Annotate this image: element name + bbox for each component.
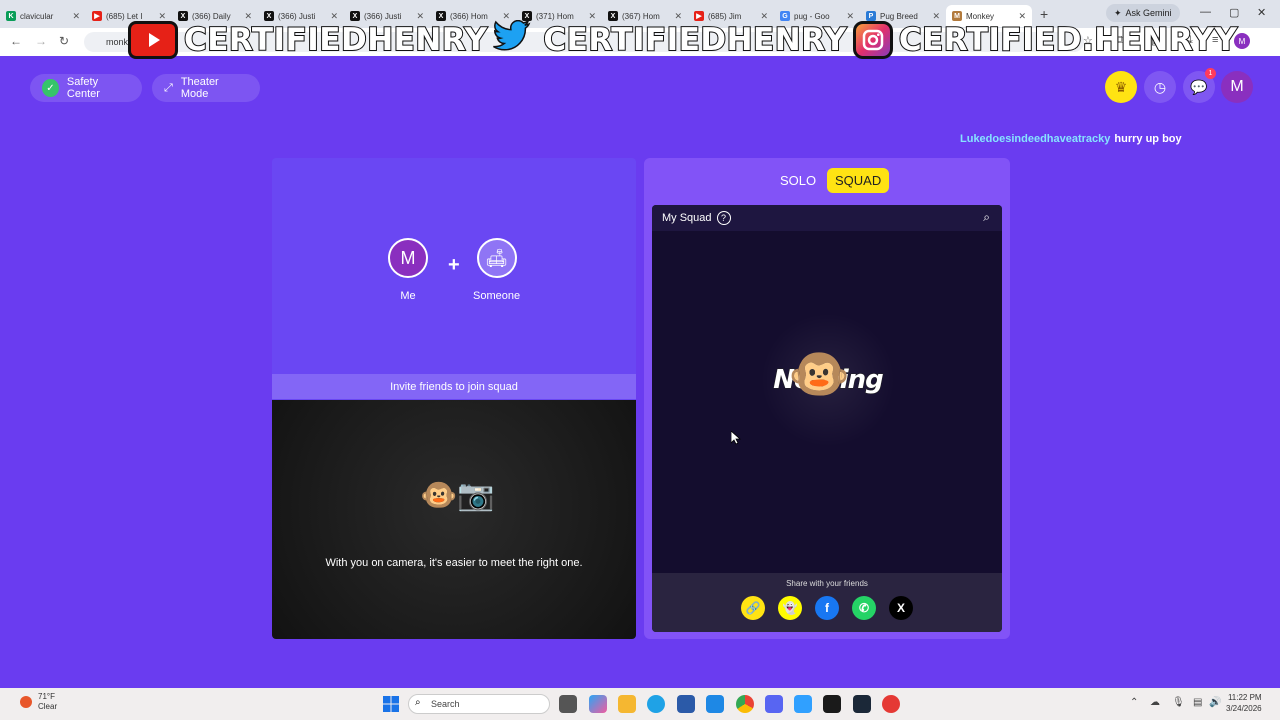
- someone-label: Someone: [473, 290, 521, 302]
- my-squad-header: My Squad ?: [652, 205, 1002, 231]
- share-bar: Share with your friends 🔗 👻 f ✆ X: [652, 573, 1002, 632]
- gemini-icon: ✦: [1114, 7, 1122, 18]
- chat-message: Lukedoesindeedhaveatracky hurry up boy: [960, 133, 1182, 145]
- chrome-icon[interactable]: [736, 695, 754, 713]
- weather-widget[interactable]: 71°F Clear: [20, 692, 57, 712]
- user-avatar[interactable]: M: [1221, 71, 1253, 103]
- crown-icon[interactable]: ♛: [1105, 71, 1137, 103]
- wifi-icon[interactable]: ▤: [1193, 697, 1202, 708]
- me-label: Me: [400, 290, 416, 302]
- close-window-icon[interactable]: ✕: [1257, 6, 1266, 19]
- tab-favicon-icon: ▶: [92, 11, 102, 21]
- my-squad-title: My Squad: [662, 212, 712, 224]
- tab-title: clavicular: [20, 11, 54, 21]
- notification-badge: 1: [1205, 68, 1216, 79]
- mouse-cursor-icon: [731, 431, 741, 445]
- camera-preview: 🐵📷 With you on camera, it's easier to me…: [272, 400, 636, 639]
- whatsapp-icon[interactable]: ✆: [852, 596, 876, 620]
- app-icon[interactable]: [794, 695, 812, 713]
- me-avatar: M: [388, 238, 428, 278]
- forward-icon[interactable]: →: [35, 34, 47, 48]
- empty-state: Nothing 🐵: [748, 315, 908, 445]
- twitter-icon: [493, 19, 537, 61]
- my-squad-box: My Squad ? ⌕ Nothing 🐵 Share with your f…: [652, 205, 1002, 632]
- streamer-banner: CERTIFIEDHENRY CERTIFIEDHENRY CERTIFIED.…: [128, 18, 1238, 62]
- twitter-handle: CERTIFIEDHENRY: [542, 21, 847, 59]
- sad-monkey-icon: 🐵: [788, 346, 851, 402]
- invite-friends-bar[interactable]: Invite friends to join squad: [272, 374, 636, 399]
- squad-setup-panel: M Me + 🛋 Someone Invite friends to join …: [272, 158, 636, 639]
- snapchat-icon[interactable]: 👻: [778, 596, 802, 620]
- obs-icon[interactable]: [823, 695, 841, 713]
- store-icon[interactable]: [677, 695, 695, 713]
- messages-icon[interactable]: 💬 1: [1183, 68, 1216, 103]
- taskbar-clock[interactable]: 11:22 PM 3/24/2026: [1226, 692, 1262, 714]
- someone-slot[interactable]: 🛋 Someone: [473, 238, 520, 302]
- reload-icon[interactable]: ↻: [59, 34, 69, 48]
- back-icon[interactable]: ←: [10, 34, 22, 48]
- search-icon[interactable]: ⌕: [983, 210, 990, 225]
- weather-icon: [20, 696, 32, 708]
- youtube-handle: CERTIFIEDHENRY: [183, 21, 488, 59]
- history-icon[interactable]: ◷: [1144, 71, 1176, 103]
- sofa-icon[interactable]: 🛋: [476, 238, 517, 278]
- discord-icon[interactable]: [765, 695, 783, 713]
- outlook-icon[interactable]: [706, 695, 724, 713]
- plus-icon: +: [448, 254, 460, 276]
- copilot-icon[interactable]: [589, 695, 607, 713]
- recording-icon[interactable]: [882, 695, 900, 713]
- volume-icon[interactable]: 🔊: [1209, 697, 1221, 708]
- squad-tab[interactable]: SQUAD: [827, 168, 890, 193]
- windows-start-icon[interactable]: [383, 696, 399, 712]
- tab-close-icon[interactable]: ✕: [72, 11, 80, 22]
- instagram-icon: [852, 21, 893, 59]
- share-label: Share with your friends: [786, 579, 868, 588]
- taskbar: [0, 688, 1280, 720]
- tab-favicon-icon: K: [6, 11, 16, 21]
- help-icon[interactable]: ?: [716, 211, 731, 225]
- monkey-camera-icon: 🐵📷: [420, 479, 495, 512]
- taskbar-search-input[interactable]: Search: [408, 694, 550, 714]
- solo-tab[interactable]: SOLO: [772, 168, 824, 193]
- copy-link-icon[interactable]: 🔗: [741, 596, 765, 620]
- minimize-icon[interactable]: —: [1200, 6, 1211, 18]
- microphone-icon[interactable]: 🎙: [1172, 697, 1185, 708]
- chat-text: hurry up boy: [1114, 133, 1182, 145]
- facebook-icon[interactable]: f: [815, 596, 839, 620]
- edge-icon[interactable]: [647, 695, 665, 713]
- shield-icon: ✓: [42, 79, 59, 97]
- x-icon[interactable]: X: [889, 596, 913, 620]
- search-icon: ⌕: [415, 697, 421, 708]
- youtube-icon: [128, 21, 178, 59]
- me-slot: M Me: [388, 238, 428, 302]
- chat-username: Lukedoesindeedhaveatracky: [960, 133, 1111, 145]
- squad-panel: SOLO SQUAD My Squad ? ⌕ Nothing 🐵 Share …: [644, 158, 1010, 639]
- theater-mode-button[interactable]: ⤢ Theater Mode: [152, 74, 260, 102]
- tray-chevron-icon[interactable]: ⌃: [1130, 697, 1138, 708]
- safety-center-button[interactable]: ✓ Safety Center: [30, 74, 142, 102]
- browser-tab[interactable]: Kclavicular ✕: [0, 5, 86, 27]
- camera-caption: With you on camera, it's easier to meet …: [325, 557, 583, 569]
- task-view-icon[interactable]: [559, 695, 577, 713]
- instagram-handle: CERTIFIED.HENRYY: [898, 21, 1238, 59]
- steam-icon[interactable]: [853, 695, 871, 713]
- expand-icon: ⤢: [164, 81, 173, 94]
- file-explorer-icon[interactable]: [618, 695, 636, 713]
- network-icon[interactable]: ☁: [1150, 697, 1160, 708]
